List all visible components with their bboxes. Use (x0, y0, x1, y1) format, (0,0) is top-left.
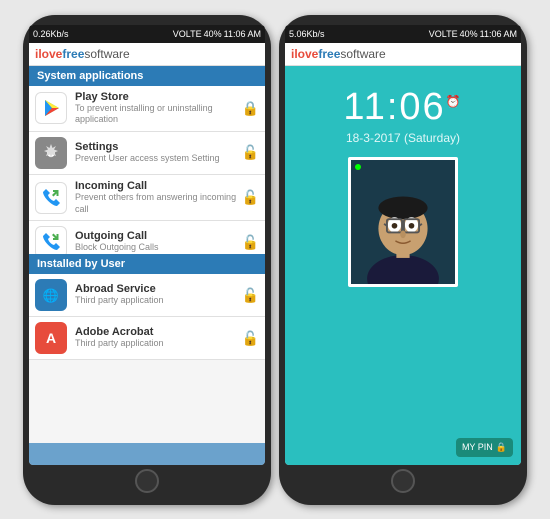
abroad-desc: Third party application (75, 295, 238, 307)
brand-free: free (62, 47, 84, 61)
clock-display: 11:06⏰ 18-3-2017 (Saturday) (343, 86, 462, 145)
app-item-settings[interactable]: Settings Prevent User access system Sett… (29, 132, 265, 175)
settings-text: Settings Prevent User access system Sett… (75, 141, 238, 165)
adobe-desc: Third party application (75, 338, 238, 350)
left-speed: 0.26Kb/s (33, 29, 69, 39)
right-phone-bottom (285, 465, 521, 495)
incoming-name: Incoming Call (75, 180, 238, 192)
adobe-text: Adobe Acrobat Third party application (75, 326, 238, 350)
adobe-name: Adobe Acrobat (75, 326, 238, 338)
mypin-button[interactable]: MY PIN 🔒 (456, 438, 513, 457)
right-brand-ilove: ilove (291, 47, 318, 61)
mypin-label: MY PIN (462, 442, 493, 452)
outgoing-lock[interactable]: 🔓 (242, 234, 259, 251)
playstore-name: Play Store (75, 91, 238, 103)
left-phone-screen: 0.26Kb/s VOLTE 40% 11:06 AM ilovefreesof… (29, 25, 265, 465)
face-image (351, 160, 455, 284)
right-home-button[interactable] (391, 469, 415, 493)
abroad-name: Abroad Service (75, 283, 238, 295)
left-network: VOLTE (173, 29, 202, 39)
phones-container: 0.26Kb/s VOLTE 40% 11:06 AM ilovefreesof… (13, 5, 537, 515)
right-brand-software: software (340, 47, 385, 61)
left-status-left: 0.26Kb/s (33, 29, 69, 39)
app-item-outgoing[interactable]: Outgoing Call Block Outgoing Calls 🔓 (29, 221, 265, 254)
incoming-icon (35, 182, 67, 214)
face-frame (348, 157, 458, 287)
outgoing-desc: Block Outgoing Calls (75, 242, 238, 254)
playstore-lock[interactable]: 🔒 (242, 100, 259, 117)
bottom-hint-bar (29, 443, 265, 465)
svg-text:A: A (46, 330, 56, 346)
settings-desc: Prevent User access system Setting (75, 153, 238, 165)
right-phone: 5.06Kb/s VOLTE 40% 11:06 AM ilovefreesof… (279, 15, 527, 505)
left-time: 11:06 AM (224, 29, 261, 39)
app-list-system: Play Store To prevent installing or unin… (29, 86, 265, 255)
playstore-icon (35, 92, 67, 124)
adobe-icon: A (35, 322, 67, 354)
face-dot (355, 164, 361, 170)
playstore-desc: To prevent installing or uninstalling ap… (75, 103, 238, 126)
clock-date: 18-3-2017 (Saturday) (343, 131, 462, 145)
right-phone-screen: 5.06Kb/s VOLTE 40% 11:06 AM ilovefreesof… (285, 25, 521, 465)
left-status-bar: 0.26Kb/s VOLTE 40% 11:06 AM (29, 25, 265, 43)
app-item-incoming[interactable]: Incoming Call Prevent others from answer… (29, 175, 265, 221)
incoming-desc: Prevent others from answering incoming c… (75, 192, 238, 215)
playstore-text: Play Store To prevent installing or unin… (75, 91, 238, 126)
outgoing-name: Outgoing Call (75, 230, 238, 242)
incoming-lock[interactable]: 🔓 (242, 189, 259, 206)
settings-icon (35, 137, 67, 169)
left-brand-header: ilovefreesoftware (29, 43, 265, 66)
section-user-label: Installed by User (37, 258, 125, 270)
right-brand-free: free (318, 47, 340, 61)
left-home-button[interactable] (135, 469, 159, 493)
clock-time-value: 11:06 (343, 86, 445, 128)
left-phone: 0.26Kb/s VOLTE 40% 11:06 AM ilovefreesof… (23, 15, 271, 505)
app-item-adobe[interactable]: A Adobe Acrobat Third party application … (29, 317, 265, 360)
svg-text:🌐: 🌐 (43, 288, 59, 303)
right-time: 11:06 AM (480, 29, 517, 39)
outgoing-icon (35, 226, 67, 254)
right-brand-header: ilovefreesoftware (285, 43, 521, 66)
section-system-header: System applications (29, 66, 265, 86)
abroad-lock[interactable]: 🔓 (242, 287, 259, 304)
left-phone-bottom (29, 465, 265, 495)
settings-lock[interactable]: 🔓 (242, 144, 259, 161)
outgoing-text: Outgoing Call Block Outgoing Calls (75, 230, 238, 254)
right-status-bar: 5.06Kb/s VOLTE 40% 11:06 AM (285, 25, 521, 43)
app-item-playstore[interactable]: Play Store To prevent installing or unin… (29, 86, 265, 132)
right-speed: 5.06Kb/s (289, 29, 325, 39)
abroad-icon: 🌐 (35, 279, 67, 311)
section-user-header: Installed by User (29, 254, 265, 274)
app-item-abroad[interactable]: 🌐 Abroad Service Third party application… (29, 274, 265, 317)
right-status-right: VOLTE 40% 11:06 AM (429, 29, 517, 39)
abroad-text: Abroad Service Third party application (75, 283, 238, 307)
right-battery: 40% (460, 29, 478, 39)
clock-alarm-icon: ⏰ (446, 94, 463, 108)
settings-name: Settings (75, 141, 238, 153)
app-list-user: 🌐 Abroad Service Third party application… (29, 274, 265, 443)
brand-ilove: ilove (35, 47, 62, 61)
left-status-right: VOLTE 40% 11:06 AM (173, 29, 261, 39)
right-network: VOLTE (429, 29, 458, 39)
brand-software: software (84, 47, 129, 61)
incoming-text: Incoming Call Prevent others from answer… (75, 180, 238, 215)
right-status-left: 5.06Kb/s (289, 29, 325, 39)
left-battery: 40% (204, 29, 222, 39)
section-system-label: System applications (37, 70, 143, 82)
mypin-lock-icon: 🔒 (496, 442, 507, 453)
clock-time: 11:06⏰ (343, 86, 462, 129)
adobe-lock[interactable]: 🔓 (242, 330, 259, 347)
lockscreen: 11:06⏰ 18-3-2017 (Saturday) (285, 66, 521, 465)
